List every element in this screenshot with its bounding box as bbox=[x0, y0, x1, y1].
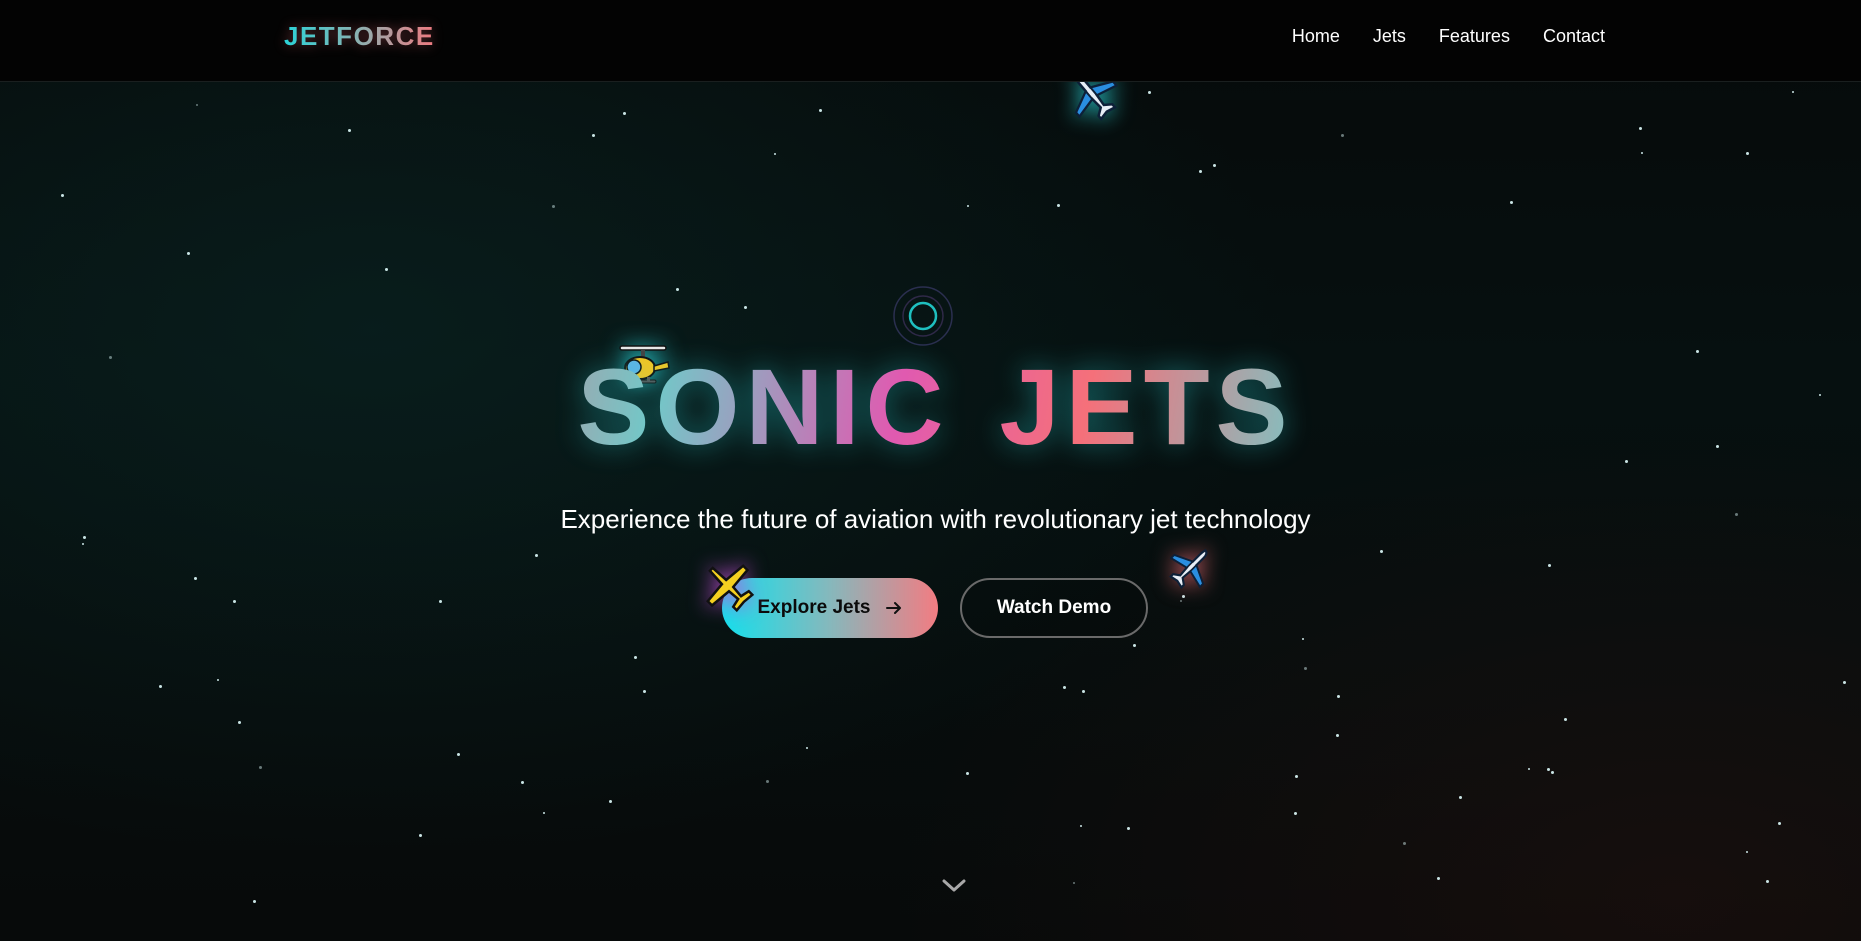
star bbox=[82, 543, 84, 545]
star bbox=[543, 812, 545, 814]
star bbox=[1403, 842, 1406, 845]
star bbox=[1199, 170, 1202, 173]
star bbox=[623, 112, 626, 115]
star bbox=[1082, 690, 1085, 693]
nav-features[interactable]: Features bbox=[1439, 26, 1510, 47]
logo[interactable]: JETFORCE bbox=[284, 21, 435, 52]
star bbox=[259, 766, 262, 769]
star bbox=[1746, 152, 1749, 155]
star bbox=[1080, 825, 1082, 827]
pulse-ring-icon bbox=[893, 286, 953, 346]
star bbox=[238, 721, 241, 724]
star bbox=[1778, 822, 1781, 825]
star bbox=[592, 134, 595, 137]
star bbox=[1063, 686, 1066, 689]
star bbox=[1564, 718, 1567, 721]
hero-title: SONIC JETS bbox=[0, 352, 1861, 462]
star bbox=[196, 104, 198, 106]
hero-subtitle: Experience the future of aviation with r… bbox=[560, 504, 1311, 534]
star bbox=[1792, 91, 1794, 93]
star bbox=[385, 268, 388, 271]
main-nav: Home Jets Features Contact bbox=[1292, 26, 1605, 47]
star bbox=[457, 753, 460, 756]
star bbox=[187, 252, 190, 255]
star bbox=[1336, 734, 1339, 737]
star bbox=[1551, 771, 1554, 774]
star bbox=[217, 679, 219, 681]
star bbox=[806, 747, 808, 749]
star bbox=[521, 781, 524, 784]
star bbox=[1304, 667, 1307, 670]
star bbox=[1294, 812, 1297, 815]
small-airplane-icon bbox=[706, 564, 755, 613]
star bbox=[1341, 134, 1344, 137]
airplane-icon bbox=[1169, 548, 1208, 589]
star bbox=[1639, 127, 1642, 130]
watch-demo-button[interactable]: Watch Demo bbox=[960, 578, 1148, 638]
nav-home[interactable]: Home bbox=[1292, 26, 1340, 47]
star bbox=[159, 685, 162, 688]
star bbox=[1133, 644, 1136, 647]
star bbox=[609, 800, 612, 803]
star bbox=[643, 690, 646, 693]
star bbox=[1295, 775, 1298, 778]
star bbox=[1302, 638, 1304, 640]
star bbox=[676, 288, 679, 291]
star bbox=[233, 600, 236, 603]
star bbox=[1766, 880, 1769, 883]
navbar: JETFORCE Home Jets Features Contact bbox=[0, 0, 1861, 82]
star bbox=[1746, 851, 1748, 853]
star bbox=[1459, 796, 1462, 799]
star bbox=[1148, 91, 1151, 94]
chevron-down-icon[interactable] bbox=[941, 878, 967, 894]
star bbox=[61, 194, 64, 197]
nav-jets[interactable]: Jets bbox=[1373, 26, 1406, 47]
star bbox=[1057, 204, 1060, 207]
star bbox=[348, 129, 351, 132]
star bbox=[1337, 695, 1340, 698]
star bbox=[552, 205, 555, 208]
star bbox=[419, 834, 422, 837]
star bbox=[83, 536, 86, 539]
star bbox=[634, 656, 637, 659]
star bbox=[1548, 564, 1551, 567]
star bbox=[1182, 595, 1185, 598]
star bbox=[967, 205, 969, 207]
star bbox=[766, 780, 769, 783]
explore-jets-label: Explore Jets bbox=[757, 597, 871, 618]
star bbox=[535, 554, 538, 557]
star bbox=[1528, 768, 1530, 770]
nav-contact[interactable]: Contact bbox=[1543, 26, 1605, 47]
star bbox=[1180, 600, 1182, 602]
star bbox=[194, 577, 197, 580]
star bbox=[439, 600, 442, 603]
star bbox=[1213, 164, 1216, 167]
star bbox=[253, 900, 256, 903]
arrow-right-icon bbox=[885, 602, 901, 614]
star bbox=[1547, 768, 1550, 771]
star bbox=[1510, 201, 1513, 204]
star bbox=[1437, 877, 1440, 880]
page: JETFORCE Home Jets Features Contact SONI… bbox=[0, 0, 1861, 941]
star bbox=[1127, 827, 1130, 830]
star bbox=[1380, 550, 1383, 553]
star bbox=[1843, 681, 1846, 684]
star bbox=[744, 306, 747, 309]
star bbox=[819, 109, 822, 112]
star bbox=[774, 153, 776, 155]
star bbox=[1073, 882, 1075, 884]
star bbox=[966, 772, 969, 775]
star bbox=[1641, 152, 1643, 154]
